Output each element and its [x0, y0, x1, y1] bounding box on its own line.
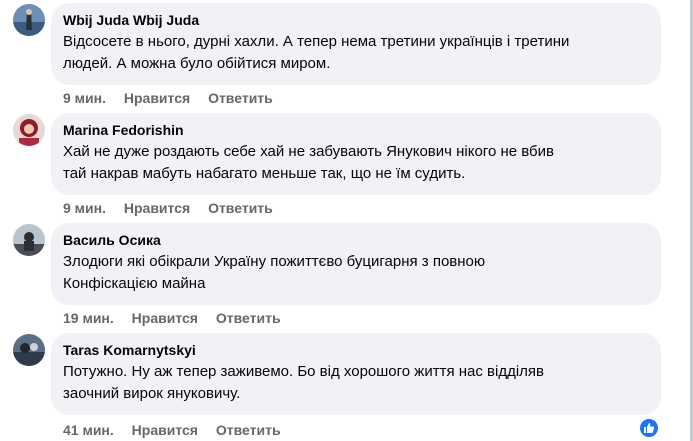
- avatar[interactable]: [13, 114, 45, 146]
- comment-text: Хай не дуже роздають себе хай не забуваю…: [63, 141, 649, 185]
- avatar[interactable]: [13, 334, 45, 366]
- comment-actions: 9 мин. Нравится Ответить: [63, 199, 287, 217]
- reply-link[interactable]: Ответить: [216, 310, 281, 326]
- comment-text-line: заочний вирок януковичу.: [63, 385, 241, 402]
- like-link[interactable]: Нравится: [124, 200, 190, 216]
- comment-text-line: людей. А можна було обійтися миром.: [63, 55, 331, 72]
- comment-text: Відсосете в нього, дурні хахли. А тепер …: [63, 31, 649, 75]
- comment-author[interactable]: Marina Fedorishin: [63, 121, 649, 139]
- comment-text: Потужно. Ну аж тепер заживемо. Бо від хо…: [63, 361, 649, 405]
- comment-actions: 9 мин. Нравится Ответить: [63, 89, 287, 107]
- comment-bubble: Василь Осика Злодюги які обікрали Україн…: [51, 223, 661, 305]
- avatar[interactable]: [13, 4, 45, 36]
- reply-link[interactable]: Ответить: [216, 422, 281, 438]
- comment-author[interactable]: Wbij Juda Wbij Juda: [63, 11, 649, 29]
- comment-bubble: Marina Fedorishin Хай не дуже роздають с…: [51, 113, 661, 195]
- comment-text-line: Потужно. Ну аж тепер заживемо. Бо від хо…: [63, 363, 545, 380]
- comment-author[interactable]: Василь Осика: [63, 231, 649, 249]
- like-link[interactable]: Нравится: [132, 310, 198, 326]
- comment-text-line: Відсосете в нього, дурні хахли. А тепер …: [63, 33, 570, 50]
- like-link[interactable]: Нравится: [124, 90, 190, 106]
- comment-time[interactable]: 9 мин.: [63, 200, 106, 216]
- comment-time[interactable]: 9 мин.: [63, 90, 106, 106]
- comment-actions: 19 мин. Нравится Ответить: [63, 309, 295, 327]
- comment-text-line: тай накрав мабуть набагато меньше так, щ…: [63, 165, 466, 182]
- comment-text-line: Конфіскацією майна: [63, 275, 206, 292]
- comment-text-line: Злодюги які обікрали Україну пожиттєво б…: [63, 253, 486, 270]
- like-link[interactable]: Нравится: [132, 422, 198, 438]
- reply-link[interactable]: Ответить: [208, 200, 273, 216]
- like-thumb-icon[interactable]: [640, 419, 658, 437]
- avatar[interactable]: [13, 224, 45, 256]
- comment-author[interactable]: Taras Komarnytskyi: [63, 341, 649, 359]
- comment-bubble: Taras Komarnytskyi Потужно. Ну аж тепер …: [51, 333, 661, 415]
- comment-actions: 41 мин. Нравится Ответить: [63, 421, 295, 439]
- comment-text: Злодюги які обікрали Україну пожиттєво б…: [63, 251, 649, 295]
- reply-link[interactable]: Ответить: [208, 90, 273, 106]
- comment-text-line: Хай не дуже роздають себе хай не забуваю…: [63, 143, 554, 160]
- comment-time[interactable]: 41 мин.: [63, 422, 114, 438]
- comment-time[interactable]: 19 мин.: [63, 310, 114, 326]
- comment-bubble: Wbij Juda Wbij Juda Відсосете в нього, д…: [51, 3, 661, 85]
